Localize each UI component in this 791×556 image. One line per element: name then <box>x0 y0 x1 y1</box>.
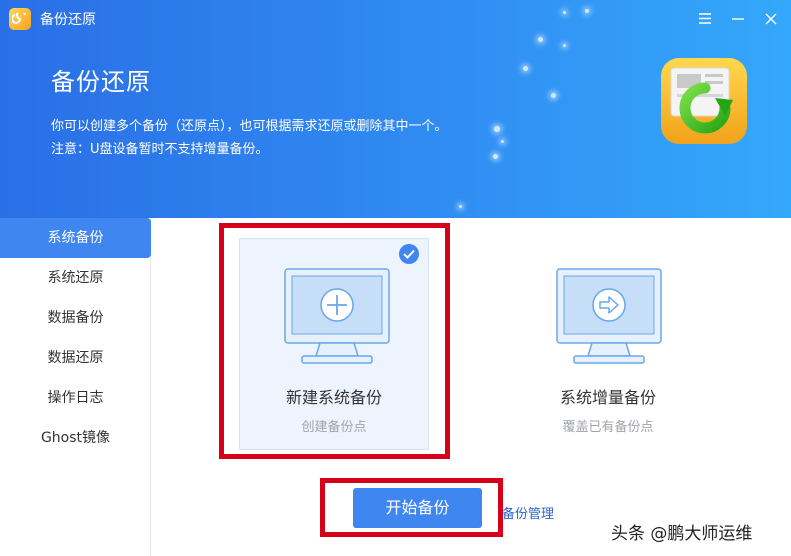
watermark-text: 头条 @鹏大师运维 <box>611 524 753 544</box>
sparkle-decoration <box>563 11 566 14</box>
menu-icon[interactable] <box>694 8 716 30</box>
sparkle-decoration <box>563 44 566 47</box>
sparkle-decoration <box>538 37 543 42</box>
option-incremental-backup[interactable]: 系统增量备份 覆盖已有备份点 <box>513 238 703 450</box>
sparkle-decoration <box>493 154 498 159</box>
backup-restore-icon <box>659 56 749 146</box>
close-icon[interactable] <box>760 8 782 30</box>
sparkle-decoration <box>501 140 504 143</box>
sidebar-item-operation-log[interactable]: 操作日志 <box>0 378 151 418</box>
sidebar: 系统备份 系统还原 数据备份 数据还原 操作日志 Ghost镜像 <box>0 218 151 556</box>
page-description: 你可以创建多个备份（还原点），也可根据需求还原或删除其中一个。 <box>51 119 448 134</box>
sidebar-item-ghost-image[interactable]: Ghost镜像 <box>0 418 151 458</box>
sidebar-item-data-backup[interactable]: 数据备份 <box>0 298 151 338</box>
header-banner: 备份还原 备份还原 你可以创建多个备份（还原点），也可根据需求还原或删除其中一个… <box>0 0 791 218</box>
sidebar-item-system-restore[interactable]: 系统还原 <box>0 258 151 298</box>
start-backup-button[interactable]: 开始备份 <box>353 488 482 528</box>
title-bar: 备份还原 <box>0 0 791 38</box>
backup-management-link[interactable]: 备份管理 <box>502 503 554 522</box>
sparkle-decoration <box>494 126 500 132</box>
sparkle-decoration <box>523 66 528 71</box>
app-logo-icon <box>9 8 31 30</box>
option-subtitle: 覆盖已有备份点 <box>562 420 654 435</box>
option-title: 系统增量备份 <box>559 388 656 407</box>
highlight-box-option <box>219 223 450 459</box>
sparkle-decoration <box>585 9 589 13</box>
monitor-arrow-icon <box>556 268 664 374</box>
window-title: 备份还原 <box>40 12 96 28</box>
sparkle-decoration <box>551 93 556 98</box>
minimize-icon[interactable] <box>727 8 749 30</box>
page-note: 注意：U盘设备暂时不支持增量备份。 <box>51 142 269 157</box>
page-title: 备份还原 <box>51 68 151 96</box>
sparkle-decoration <box>459 205 462 208</box>
sidebar-item-data-restore[interactable]: 数据还原 <box>0 338 151 378</box>
sidebar-item-system-backup[interactable]: 系统备份 <box>0 218 151 258</box>
